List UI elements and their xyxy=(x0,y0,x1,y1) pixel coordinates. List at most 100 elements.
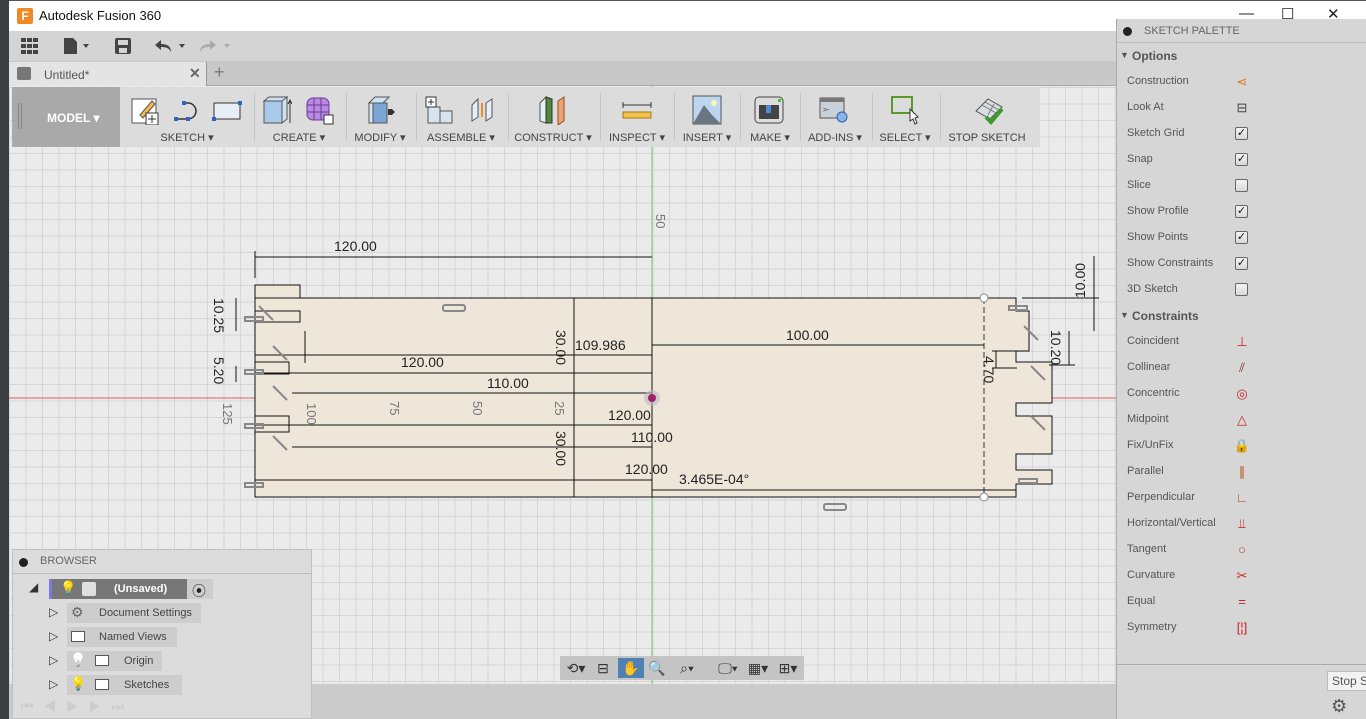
collapse-icon[interactable] xyxy=(1123,27,1132,36)
browser-header[interactable]: BROWSER xyxy=(13,550,311,574)
palette-option-show-points[interactable]: Show Points ✓ xyxy=(1117,225,1366,251)
activate-radio[interactable]: ⦿ xyxy=(187,579,213,599)
palette-header[interactable]: SKETCH PALETTE xyxy=(1117,19,1366,43)
save-icon[interactable] xyxy=(115,38,131,54)
select-group[interactable]: SELECT ▾ xyxy=(874,87,936,147)
construct-group[interactable]: CONSTRUCT ▾ xyxy=(510,87,596,147)
select-menu-label[interactable]: SELECT ▾ xyxy=(874,131,936,144)
parallel-icon[interactable]: ∥ xyxy=(1233,463,1251,481)
orbit-icon[interactable]: ⟲▾ xyxy=(562,658,590,678)
workspace-switcher[interactable]: MODEL ▾ xyxy=(12,87,120,147)
stop-sketch-label[interactable]: STOP SKETCH xyxy=(942,132,1032,144)
modify-menu-label[interactable]: MODIFY ▾ xyxy=(348,131,412,144)
palette-option-look-at[interactable]: Look At ⊟ xyxy=(1117,95,1366,121)
midpoint-icon[interactable]: △ xyxy=(1233,411,1251,429)
data-panel-grid-icon[interactable] xyxy=(21,38,39,54)
assemble-menu-label[interactable]: ASSEMBLE ▾ xyxy=(418,131,504,144)
equal-icon[interactable]: = xyxy=(1233,593,1251,611)
constraint-horizontal-vertical[interactable]: Horizontal/Vertical ⫫ xyxy=(1117,511,1366,537)
display-settings-icon[interactable]: 🖵▾ xyxy=(714,658,742,678)
zoom-icon[interactable]: 🔍 xyxy=(646,658,668,678)
settings-gear-icon[interactable]: ⚙ xyxy=(1331,696,1347,717)
constraint-perpendicular[interactable]: Perpendicular ∟ xyxy=(1117,485,1366,511)
expand-root-icon[interactable]: ◢ xyxy=(29,580,38,594)
palette-option-sketch-grid[interactable]: Sketch Grid ✓ xyxy=(1117,121,1366,147)
line-icon[interactable] xyxy=(172,95,202,125)
horizontal-vertical-icon[interactable]: ⫫ xyxy=(1233,515,1251,533)
new-tab-button[interactable]: + xyxy=(214,62,225,83)
construction-icon[interactable]: ⋖ xyxy=(1233,73,1251,91)
expand-icon[interactable]: ▷ xyxy=(49,629,58,643)
expand-icon[interactable]: ▷ xyxy=(49,605,58,619)
rectangle-icon[interactable] xyxy=(212,95,242,125)
make-menu-label[interactable]: MAKE ▾ xyxy=(742,131,798,144)
document-tab[interactable]: Untitled* ✕ xyxy=(9,62,207,86)
insert-image-icon[interactable] xyxy=(692,95,722,125)
joint-icon[interactable] xyxy=(468,95,498,125)
grid-snaps-icon[interactable]: ▦▾ xyxy=(744,658,772,678)
assemble-group[interactable]: ASSEMBLE ▾ xyxy=(418,87,504,147)
collapse-icon[interactable] xyxy=(19,558,28,567)
concentric-icon[interactable]: ◎ xyxy=(1233,385,1251,403)
curvature-icon[interactable]: ✂ xyxy=(1233,567,1251,585)
lightbulb-off-icon[interactable]: 💡 xyxy=(70,652,86,668)
palette-option-slice[interactable]: Slice xyxy=(1117,173,1366,199)
palette-option-construction[interactable]: Construction ⋖ xyxy=(1117,69,1366,95)
press-pull-icon[interactable] xyxy=(365,95,395,125)
constraint-tangent[interactable]: Tangent ○ xyxy=(1117,537,1366,563)
add-ins-group[interactable]: >- ADD-INS ▾ xyxy=(802,87,868,147)
expand-icon[interactable]: ▷ xyxy=(49,677,58,691)
palette-option-3d-sketch[interactable]: 3D Sketch xyxy=(1117,277,1366,303)
fit-window-icon[interactable]: ⌕▾ xyxy=(672,658,702,678)
extrude-icon[interactable] xyxy=(262,95,292,125)
constraint-parallel[interactable]: Parallel ∥ xyxy=(1117,459,1366,485)
constraint-fix-unfix[interactable]: Fix/UnFix 🔒 xyxy=(1117,433,1366,459)
lightbulb-on-icon[interactable]: 💡 xyxy=(60,580,76,596)
browser-item-origin[interactable]: 💡 Origin xyxy=(67,651,162,671)
scripts-icon[interactable]: >- xyxy=(819,95,849,125)
redo-icon[interactable] xyxy=(200,39,232,53)
pan-hand-icon[interactable]: ✋ xyxy=(618,658,644,678)
browser-item-sketches[interactable]: 💡 Sketches xyxy=(67,675,182,695)
create-menu-label[interactable]: CREATE ▾ xyxy=(256,131,342,144)
snap-checkbox[interactable]: ✓ xyxy=(1235,153,1248,166)
undo-icon[interactable] xyxy=(155,39,187,53)
look-at-icon[interactable]: ⊟ xyxy=(592,658,614,678)
inspect-menu-label[interactable]: INSPECT ▾ xyxy=(602,131,672,144)
sketch-group[interactable]: SKETCH ▾ xyxy=(124,87,250,147)
browser-item-document-settings[interactable]: ⚙ Document Settings xyxy=(67,603,201,623)
stop-sketch-icon[interactable] xyxy=(974,95,1004,125)
create-group[interactable]: CREATE ▾ xyxy=(256,87,342,147)
close-tab-button[interactable]: ✕ xyxy=(189,65,201,82)
add-ins-menu-label[interactable]: ADD-INS ▾ xyxy=(802,131,868,144)
show-constraints-checkbox[interactable]: ✓ xyxy=(1235,257,1248,270)
sketch-menu-label[interactable]: SKETCH ▾ xyxy=(124,131,250,144)
browser-item-named-views[interactable]: Named Views xyxy=(67,627,177,647)
constraint-coincident[interactable]: Coincident ⊥ xyxy=(1117,329,1366,355)
viewports-icon[interactable]: ⊞▾ xyxy=(774,658,802,678)
measure-icon[interactable] xyxy=(622,95,652,125)
constraint-concentric[interactable]: Concentric ◎ xyxy=(1117,381,1366,407)
show-profile-checkbox[interactable]: ✓ xyxy=(1235,205,1248,218)
palette-option-show-constraints[interactable]: Show Constraints ✓ xyxy=(1117,251,1366,277)
constraint-equal[interactable]: Equal = xyxy=(1117,589,1366,615)
stop-sketch-button[interactable]: Stop Sketch xyxy=(1327,671,1366,691)
expand-icon[interactable]: ▷ xyxy=(49,653,58,667)
slice-checkbox[interactable] xyxy=(1235,179,1248,192)
constraint-collinear[interactable]: Collinear ⫽ xyxy=(1117,355,1366,381)
construct-menu-label[interactable]: CONSTRUCT ▾ xyxy=(510,131,596,144)
toolbar-grip[interactable] xyxy=(18,103,22,129)
symmetry-icon[interactable]: [¦] xyxy=(1233,619,1251,637)
file-menu-icon[interactable] xyxy=(64,38,92,54)
select-icon[interactable] xyxy=(890,95,920,125)
root-node[interactable]: 💡 (Unsaved) xyxy=(49,579,187,599)
collinear-icon[interactable]: ⫽ xyxy=(1233,359,1251,377)
form-icon[interactable] xyxy=(304,95,334,125)
make-group[interactable]: MAKE ▾ xyxy=(742,87,798,147)
offset-plane-icon[interactable] xyxy=(538,95,568,125)
sketch-grid-checkbox[interactable]: ✓ xyxy=(1235,127,1248,140)
constraint-symmetry[interactable]: Symmetry [¦] xyxy=(1117,615,1366,641)
3d-print-icon[interactable] xyxy=(754,95,784,125)
look-at-icon[interactable]: ⊟ xyxy=(1233,99,1251,117)
palette-option-show-profile[interactable]: Show Profile ✓ xyxy=(1117,199,1366,225)
